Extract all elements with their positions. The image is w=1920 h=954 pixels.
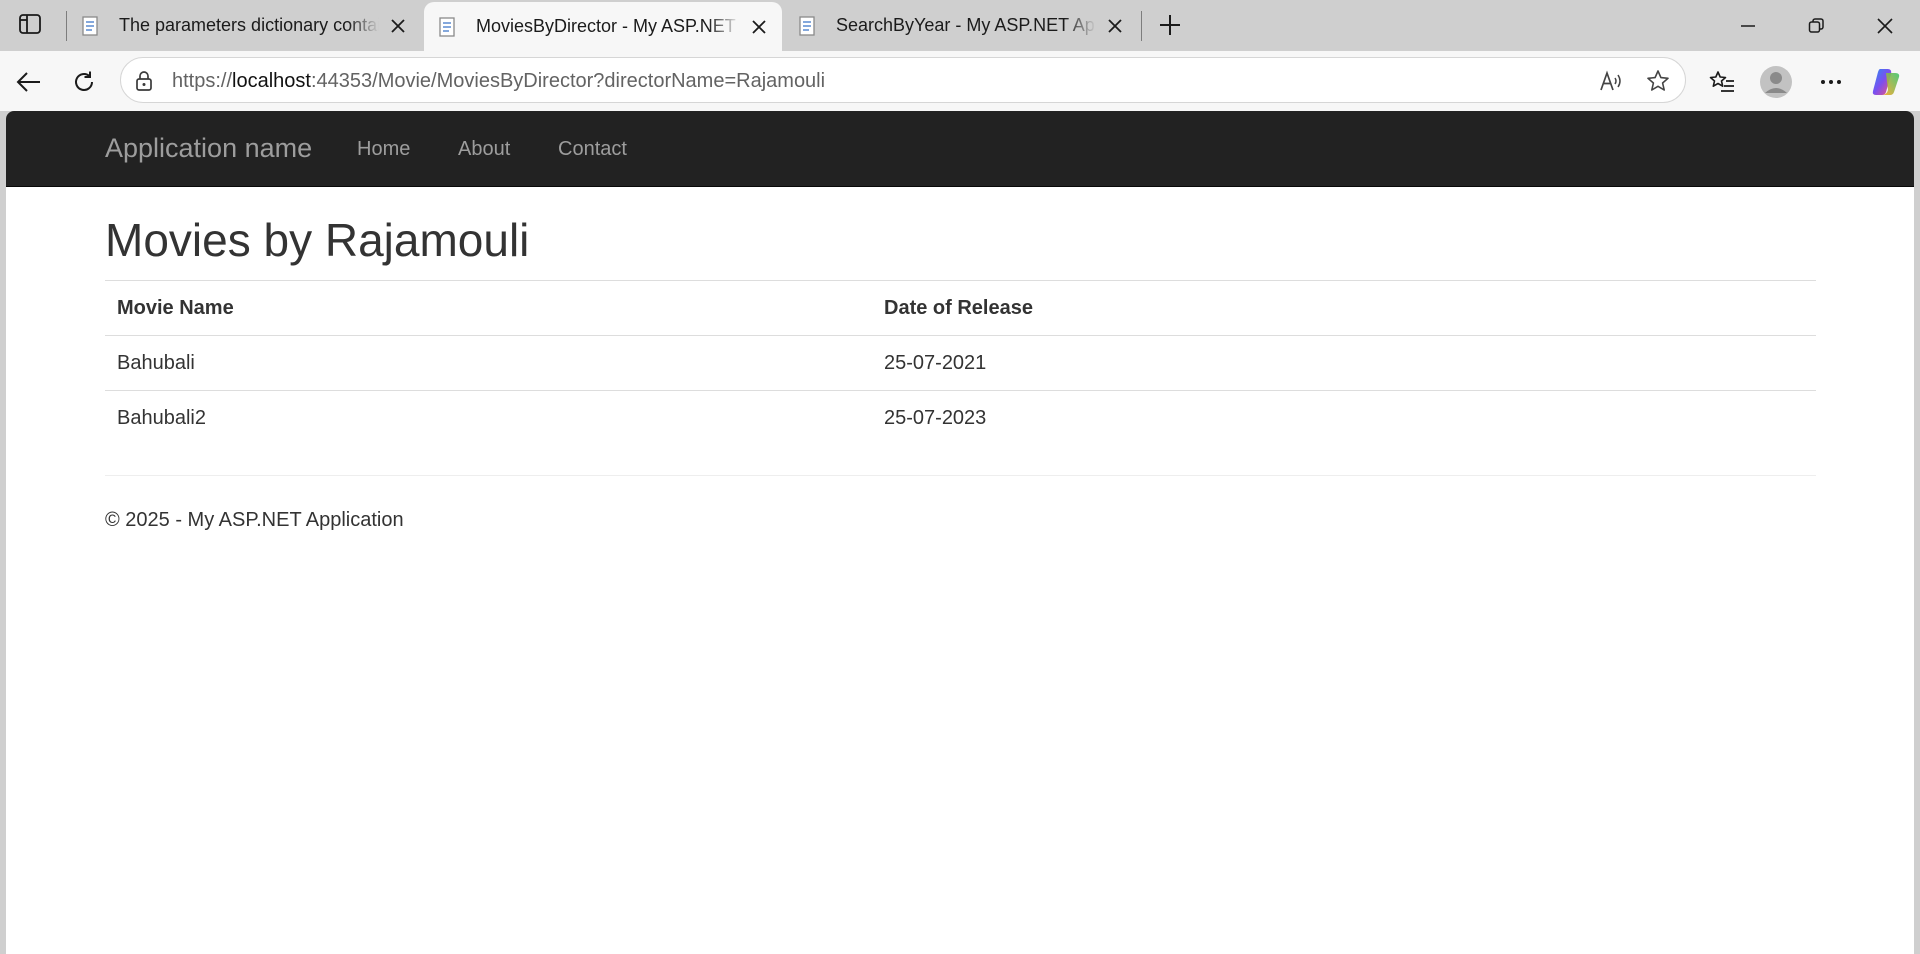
tab-search-by-year[interactable]: SearchByYear - My ASP.NET Application [784,0,1138,51]
close-icon[interactable] [744,12,774,42]
nav-contact-link[interactable]: Contact [558,138,627,161]
tab-separator [1141,11,1142,41]
release-date-cell: 25-07-2021 [872,335,1816,391]
favorites-list-icon[interactable] [1702,62,1742,102]
refresh-icon[interactable] [64,62,104,102]
page-title: Movies by Rajamouli [105,214,530,266]
tab-movies-by-director[interactable]: MoviesByDirector - My ASP.NET Applicatio… [424,2,782,51]
tab-title: MoviesByDirector - My ASP.NET Applicatio… [476,16,740,36]
read-aloud-icon[interactable] [1598,69,1624,93]
site-navbar: Application name Home About Contact [6,111,1914,187]
table-header-row: Movie Name Date of Release [105,280,1816,336]
close-window-icon[interactable] [1851,0,1919,51]
browser-toolbar: https://localhost:44353/Movie/MoviesByDi… [0,51,1920,111]
more-dots-icon[interactable] [1811,62,1851,102]
column-header-movie-name: Movie Name [105,280,872,336]
url-path: :44353/Movie/MoviesByDirector?directorNa… [310,70,826,92]
url-scheme: https:// [172,70,233,92]
table-row: Bahubali2 25-07-2023 [105,390,1816,446]
nav-home-link[interactable]: Home [357,138,410,161]
close-icon[interactable] [383,11,413,41]
page-viewport: Application name Home About Contact Movi… [6,111,1914,954]
copilot-icon[interactable] [1866,62,1906,102]
address-bar[interactable]: https://localhost:44353/Movie/MoviesByDi… [120,57,1686,103]
movie-name-cell: Bahubali2 [105,390,872,446]
footer-text: © 2025 - My ASP.NET Application [105,509,404,531]
close-icon[interactable] [1100,11,1130,41]
plus-icon[interactable] [1153,9,1187,41]
table-row: Bahubali 25-07-2021 [105,335,1816,391]
movies-table: Movie Name Date of Release Bahubali 25-0… [105,280,1816,446]
brand-link[interactable]: Application name [105,133,312,164]
page-favicon-icon [439,16,455,37]
column-header-date-of-release: Date of Release [872,280,1816,336]
url-host: localhost [232,70,311,92]
tab-actions-icon[interactable] [12,11,48,37]
tab-title: The parameters dictionary contains a nul… [119,15,379,35]
star-icon[interactable] [1645,68,1671,94]
lock-icon[interactable] [133,70,155,92]
back-arrow-icon[interactable] [9,62,49,102]
page-favicon-icon [82,15,98,36]
profile-avatar-icon[interactable] [1756,62,1796,102]
nav-about-link[interactable]: About [458,138,510,161]
footer-divider [105,475,1816,476]
release-date-cell: 25-07-2023 [872,390,1816,446]
minimize-icon[interactable] [1714,0,1782,51]
restore-icon[interactable] [1782,0,1850,51]
movie-name-cell: Bahubali [105,335,872,391]
page-favicon-icon [799,15,815,36]
tab-title: SearchByYear - My ASP.NET Application [836,15,1096,35]
url-text[interactable]: https://localhost:44353/Movie/MoviesByDi… [172,70,825,93]
tab-strip: The parameters dictionary contains a nul… [0,0,1920,51]
tab-parameters-error[interactable]: The parameters dictionary contains a nul… [67,0,421,51]
